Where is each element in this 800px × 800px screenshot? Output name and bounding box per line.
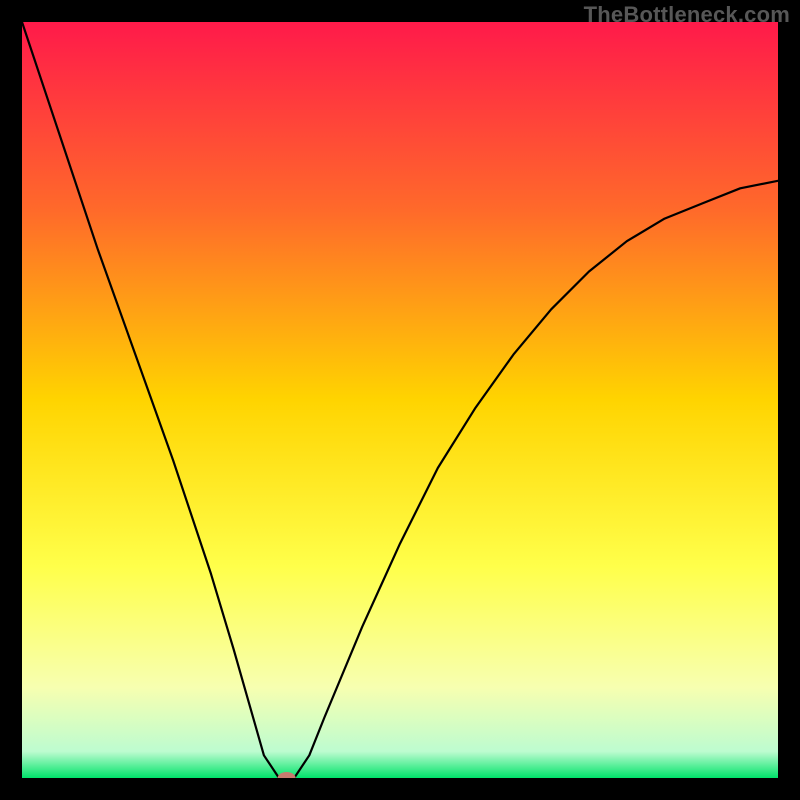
plot-svg <box>22 22 778 778</box>
plot-area <box>22 22 778 778</box>
chart-frame: TheBottleneck.com <box>0 0 800 800</box>
watermark-text: TheBottleneck.com <box>584 2 790 28</box>
gradient-background <box>22 22 778 778</box>
